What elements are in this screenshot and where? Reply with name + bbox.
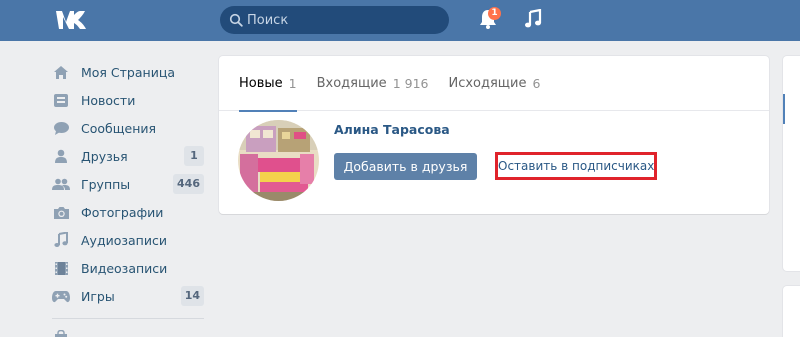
friend-requests-card: Новые 1 Входящие 1 916 Исходящие 6 Алина… (219, 56, 769, 214)
menu-item-label: Группы (81, 176, 131, 192)
active-filter-indicator (783, 94, 785, 124)
menu-item-games[interactable]: Игры 14 (52, 282, 204, 310)
menu-item-label: Видеозаписи (81, 260, 168, 276)
requests-tabs: Новые 1 Входящие 1 916 Исходящие 6 (219, 56, 769, 112)
games-count-badge: 14 (180, 286, 204, 306)
camera-icon (52, 203, 70, 221)
friend-request-row: Алина Тарасова Добавить в друзья Оставит… (219, 111, 769, 213)
menu-item-friends[interactable]: Друзья 1 (52, 142, 204, 170)
news-icon (52, 91, 70, 109)
tab-label: Новые (239, 76, 283, 91)
search-box[interactable] (220, 6, 449, 34)
menu-item-label: Сообщения (81, 120, 157, 136)
messages-icon (52, 119, 70, 137)
tab-incoming[interactable]: Входящие 1 916 (307, 56, 439, 111)
menu-item-label: Новости (81, 92, 136, 108)
left-menu: Моя Страница Новости Сообщения Друзья 1 … (52, 58, 204, 337)
add-friend-button[interactable]: Добавить в друзья (334, 153, 477, 180)
menu-divider (52, 318, 204, 319)
right-secondary-panel (783, 286, 800, 337)
vk-logo-icon[interactable] (54, 9, 88, 31)
groups-count-badge: 446 (173, 174, 204, 194)
film-icon (52, 259, 70, 277)
tab-count: 6 (532, 76, 541, 91)
search-input[interactable] (247, 6, 442, 34)
notifications-badge: 1 (488, 7, 501, 20)
friends-count-badge: 1 (184, 146, 204, 166)
tab-outgoing[interactable]: Исходящие 6 (438, 56, 550, 111)
music-note-icon (52, 231, 70, 249)
menu-item-video[interactable]: Видеозаписи (52, 254, 204, 282)
tab-new[interactable]: Новые 1 (229, 56, 307, 112)
tab-count: 1 (288, 76, 297, 91)
menu-item-groups[interactable]: Группы 446 (52, 170, 204, 198)
request-user-name[interactable]: Алина Тарасова (334, 122, 450, 137)
right-filter-panel (783, 56, 800, 271)
home-icon (52, 63, 70, 81)
menu-item-photos[interactable]: Фотографии (52, 198, 204, 226)
groups-icon (52, 175, 70, 193)
avatar[interactable] (238, 120, 319, 201)
tab-label: Входящие (316, 76, 387, 91)
gamepad-icon (52, 287, 70, 305)
bag-icon (52, 330, 70, 337)
tab-label: Исходящие (448, 76, 527, 91)
menu-item-my-page[interactable]: Моя Страница (52, 58, 204, 86)
keep-as-follower-button[interactable]: Оставить в подписчиках (495, 152, 657, 180)
menu-item-label: Игры (81, 288, 115, 304)
menu-item-news[interactable]: Новости (52, 86, 204, 114)
friends-icon (52, 147, 70, 165)
menu-item-label: Друзья (81, 148, 128, 164)
menu-item-audio[interactable]: Аудиозаписи (52, 226, 204, 254)
menu-item-partial[interactable] (52, 325, 204, 337)
menu-item-messages[interactable]: Сообщения (52, 114, 204, 142)
menu-item-label: Моя Страница (81, 64, 175, 80)
top-header: 1 (0, 0, 800, 41)
search-icon (229, 13, 243, 27)
music-icon[interactable] (524, 9, 542, 29)
menu-item-label: Фотографии (81, 204, 164, 220)
tab-count: 1 916 (392, 76, 429, 91)
menu-item-label: Аудиозаписи (81, 232, 167, 248)
